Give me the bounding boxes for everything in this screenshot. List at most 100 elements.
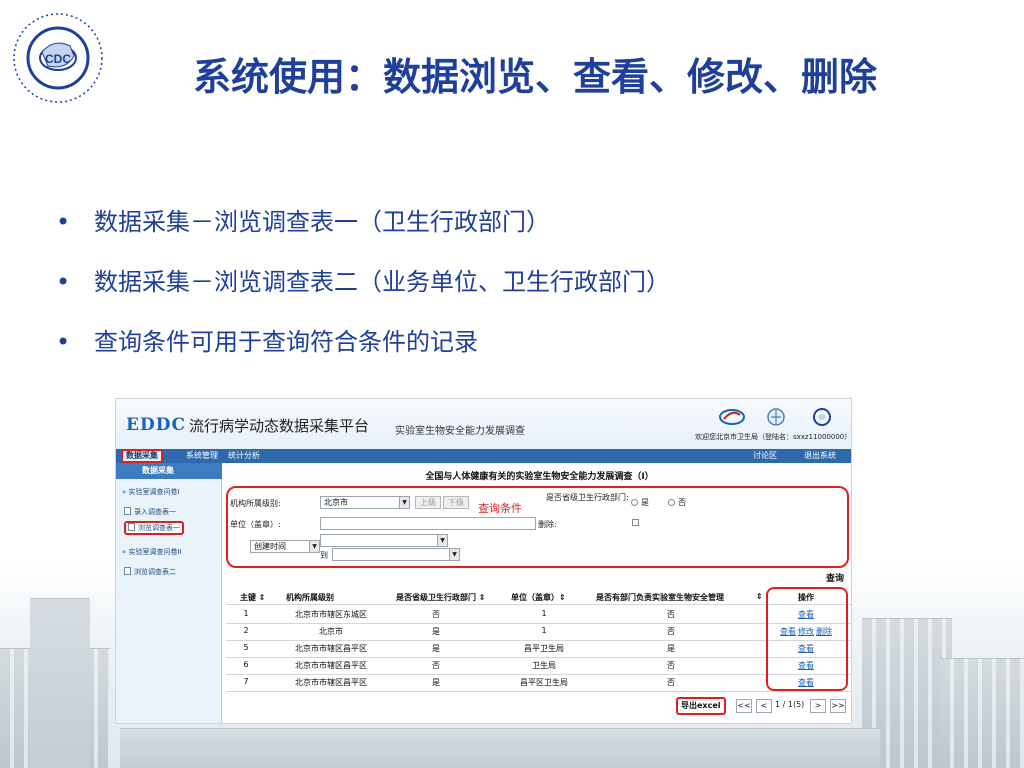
header-logos	[718, 407, 848, 429]
bullet-text: 数据采集－浏览调查表一（卫生行政部门）	[94, 208, 550, 236]
last-page-button[interactable]: >>	[830, 699, 846, 713]
slide-title: 系统使用：数据浏览、查看、修改、删除	[192, 55, 877, 99]
date-to-select[interactable]: ▼	[332, 548, 460, 561]
column-header-unit[interactable]: 单位（盖章）⇕	[511, 592, 566, 603]
sidebar-group-survey-2[interactable]: » 实验室调查问卷II	[122, 547, 182, 557]
table-cell-unit: 1	[541, 609, 547, 618]
menu-system-management[interactable]: 系统管理	[186, 449, 218, 463]
chevron-down-icon: ▼	[309, 541, 319, 552]
bullet-item: • 数据采集－浏览调查表二（业务单位、卫生行政部门）	[56, 262, 670, 322]
sidebar-item-enter-form-1[interactable]: 录入调查表一	[124, 507, 176, 517]
next-page-button[interactable]: >	[810, 699, 826, 713]
date-field-select[interactable]: 创建时间 ▼	[250, 540, 320, 553]
column-header-dept: 是否有部门负责实验室生物安全管理	[596, 593, 724, 602]
export-excel-button[interactable]: 导出excel	[676, 697, 726, 715]
radio-yes[interactable]	[631, 499, 638, 506]
table-cell-province: 否	[432, 610, 440, 619]
bullet-list: • 数据采集－浏览调查表一（卫生行政部门） • 数据采集－浏览调查表二（业务单位…	[56, 202, 670, 382]
delete-checkbox[interactable]	[632, 519, 639, 526]
bullet-dot: •	[56, 208, 71, 236]
table-cell-unit: 昌平区卫生局	[520, 678, 568, 687]
table-cell-unit: 昌平卫生局	[524, 644, 564, 653]
table-cell-dept: 否	[667, 627, 675, 636]
sidebar-item-label: 浏览调查表一	[138, 524, 180, 532]
main-panel: 全国与人体健康有关的实验室生物安全能力发展调查（I） 机构所属级别: 北京市 ▼…	[226, 463, 851, 723]
cdc-swoosh-icon	[719, 409, 745, 425]
level-down-button[interactable]: 下级	[443, 496, 469, 509]
column-header-province[interactable]: 是否省级卫生行政部门 ⇕	[396, 592, 486, 603]
operations-highlight-box	[766, 587, 848, 691]
prev-page-button[interactable]: <	[756, 699, 772, 713]
unit-input[interactable]	[320, 517, 536, 530]
row-divider	[226, 640, 851, 641]
brand-code: EDDC	[126, 415, 186, 435]
table-cell-level: 北京市市辖区昌平区	[295, 644, 367, 653]
table-cell-unit: 卫生局	[532, 661, 556, 670]
table-cell-id: 6	[243, 660, 249, 669]
document-icon	[128, 523, 135, 531]
search-button[interactable]: 查询	[826, 571, 844, 584]
row-divider	[226, 604, 851, 605]
menu-data-collection[interactable]: 数据采集	[121, 449, 163, 463]
level-label: 机构所属级别:	[230, 499, 281, 508]
row-divider	[226, 657, 851, 658]
page-info: 1 / 1(5)	[775, 700, 805, 709]
date-from-select[interactable]: ▼	[320, 534, 448, 547]
sidebar-item-browse-form-1[interactable]: 浏览调查表一	[124, 521, 184, 535]
date-to-label: 到	[320, 551, 328, 560]
brand-name: 流行病学动态数据采集平台	[189, 417, 370, 435]
background-building	[120, 728, 880, 768]
cdc-globe-icon	[813, 408, 831, 426]
bullet-text: 数据采集－浏览调查表二（业务单位、卫生行政部门）	[94, 268, 670, 296]
app-window: EDDC 流行病学动态数据采集平台 实验室生物安全能力发展调查 欢迎您北京市卫生…	[115, 398, 852, 724]
row-divider	[226, 691, 851, 692]
bullet-dot: •	[56, 328, 71, 356]
cdc-logo: CDC	[8, 8, 108, 108]
table-cell-dept: 否	[667, 678, 675, 687]
bullet-item: • 数据采集－浏览调查表一（卫生行政部门）	[56, 202, 670, 262]
chevron-down-icon: ▼	[399, 497, 409, 508]
brand-subtitle: 实验室生物安全能力发展调查	[395, 426, 525, 437]
sidebar-header: 数据采集	[116, 463, 222, 479]
menu-bar: 数据采集 系统管理 统计分析 讨论区 退出系统	[116, 449, 851, 463]
radio-yes-label: 是	[641, 498, 649, 507]
table-cell-province: 是	[432, 627, 440, 636]
province-label: 是否省级卫生行政部门:	[546, 493, 629, 502]
unit-label: 单位（盖章）:	[230, 520, 281, 529]
column-sort-icon[interactable]: ⇕	[756, 592, 763, 601]
sidebar-item-label: 录入调查表一	[134, 508, 176, 516]
menu-logout[interactable]: 退出系统	[804, 449, 836, 463]
bullet-text: 查询条件可用于查询符合条件的记录	[94, 328, 478, 356]
first-page-button[interactable]: <<	[736, 699, 752, 713]
query-conditions-box: 机构所属级别: 北京市 ▼ 上级 下级 是否省级卫生行政部门: 是 否 单位（盖…	[226, 486, 849, 568]
welcome-text: 欢迎您北京市卫生局（登陆名：sxxz11000000）	[695, 433, 852, 441]
table-cell-id: 2	[243, 626, 249, 635]
row-divider	[226, 674, 851, 675]
menu-statistics[interactable]: 统计分析	[228, 449, 260, 463]
bullet-item: • 查询条件可用于查询符合条件的记录	[56, 322, 670, 382]
chevron-down-icon: ▼	[449, 549, 459, 560]
table-cell-level: 北京市	[319, 627, 343, 636]
date-field-value: 创建时间	[254, 542, 286, 551]
sidebar-group-survey-1[interactable]: » 实验室调查问卷I	[122, 487, 180, 497]
table-cell-dept: 否	[667, 661, 675, 670]
bullet-dot: •	[56, 268, 71, 296]
level-up-button[interactable]: 上级	[415, 496, 441, 509]
table-cell-level: 北京市市辖区昌平区	[295, 678, 367, 687]
menu-discussion[interactable]: 讨论区	[753, 449, 777, 463]
survey-title: 全国与人体健康有关的实验室生物安全能力发展调查（I）	[425, 472, 654, 482]
sidebar-item-browse-form-2[interactable]: 浏览调查表二	[124, 567, 176, 577]
level-select[interactable]: 北京市 ▼	[320, 496, 410, 509]
table-cell-unit: 1	[541, 626, 547, 635]
sidebar-item-label: 浏览调查表二	[134, 568, 176, 576]
who-icon	[767, 408, 785, 426]
table-cell-province: 否	[432, 661, 440, 670]
radio-no[interactable]	[668, 499, 675, 506]
background-building	[940, 658, 1024, 768]
table-cell-dept: 是	[667, 644, 675, 653]
column-header-id[interactable]: 主键 ⇕	[240, 592, 266, 603]
delete-label: 删除:	[538, 520, 557, 529]
level-select-value: 北京市	[324, 498, 348, 507]
table-cell-level: 北京市市辖区昌平区	[295, 661, 367, 670]
table-cell-id: 7	[243, 677, 249, 686]
